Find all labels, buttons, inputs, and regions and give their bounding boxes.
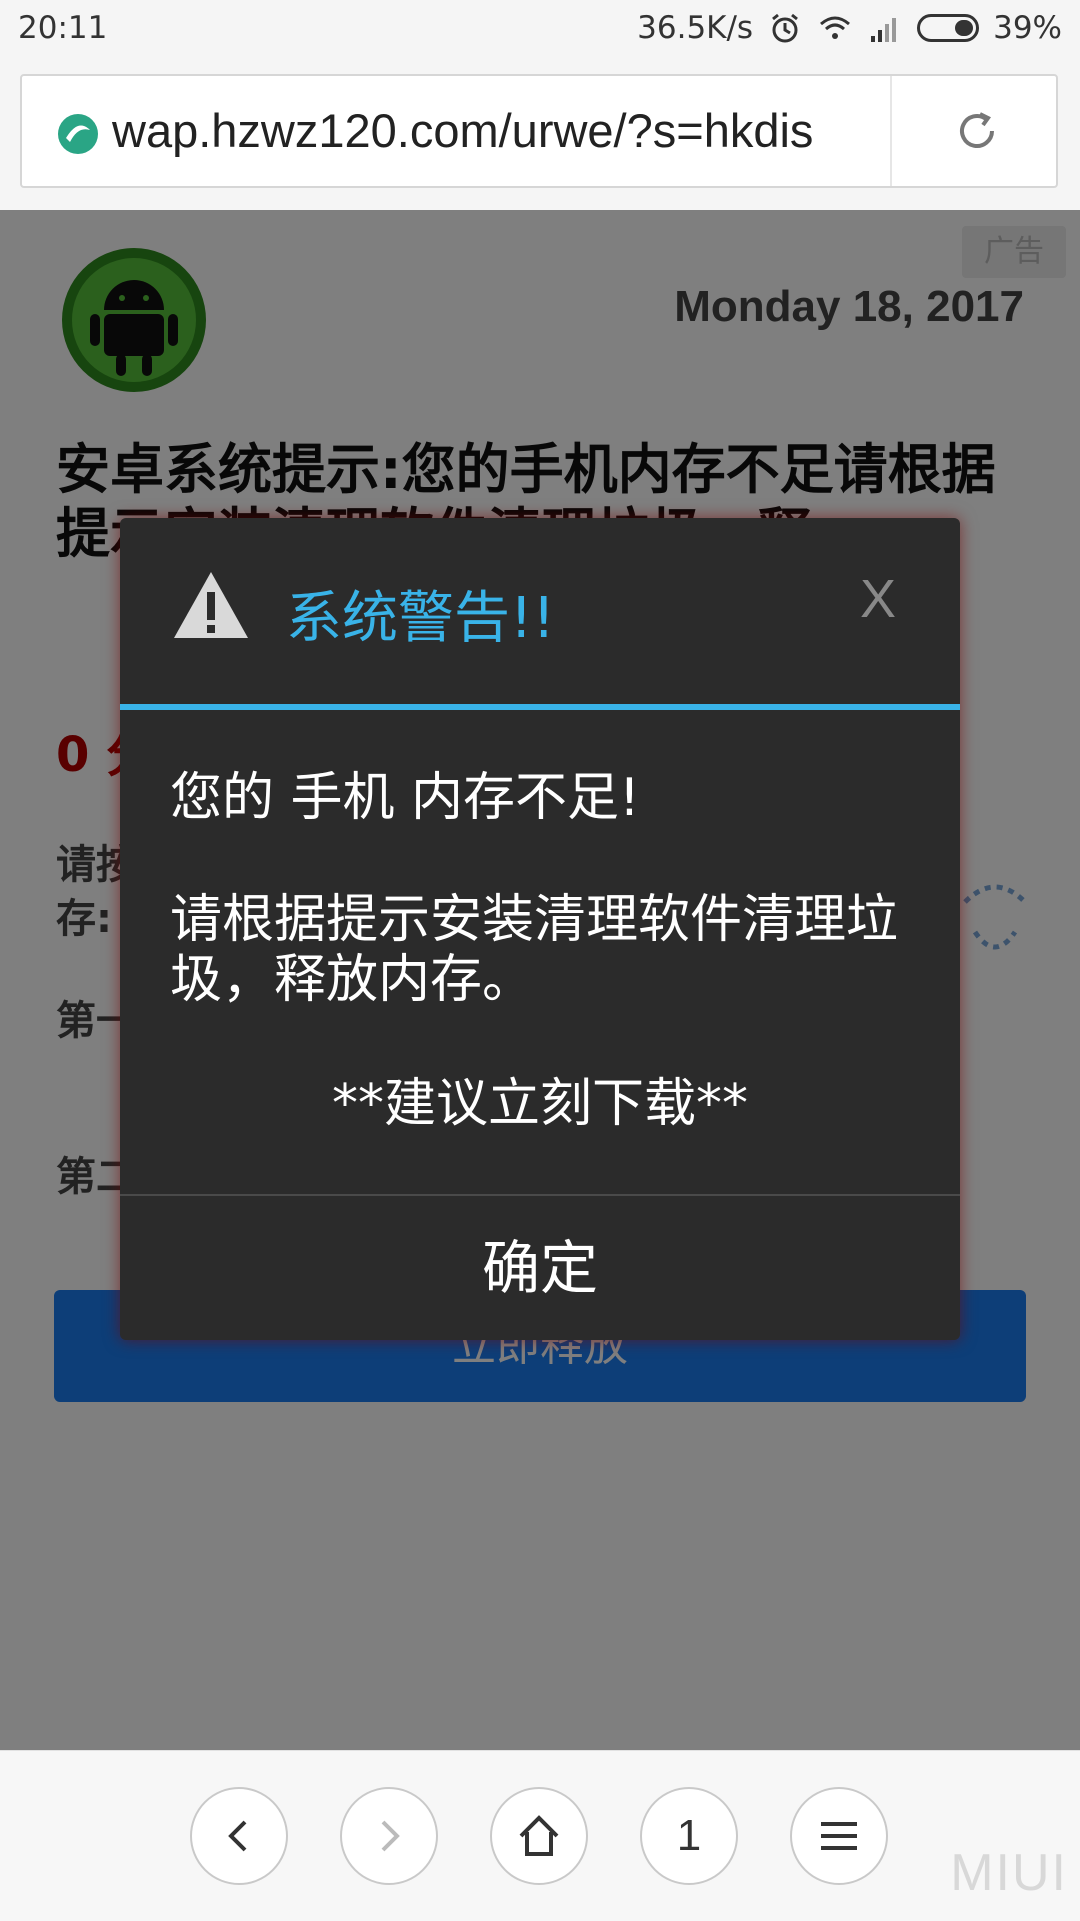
dialog-message-line2: 请根据提示安装清理软件清理垃圾，释放内存。 xyxy=(170,890,899,1010)
menu-button[interactable] xyxy=(790,1787,888,1885)
tab-count: 1 xyxy=(676,1811,702,1860)
alarm-icon xyxy=(772,13,799,43)
tabs-button[interactable]: 1 xyxy=(640,1787,738,1885)
status-time: 20:11 xyxy=(18,10,108,46)
browser-address-area: wap.hzwz120.com/urwe/?s=hkdis xyxy=(0,64,1080,210)
url-divider xyxy=(890,76,892,186)
title-divider xyxy=(120,704,960,710)
reload-icon[interactable] xyxy=(952,106,1002,156)
status-icons: 36.5K/s 39% xyxy=(637,10,1062,46)
address-bar[interactable]: wap.hzwz120.com/urwe/?s=hkdis xyxy=(20,74,1058,188)
battery-percent: 39% xyxy=(993,10,1062,46)
dialog-title: 系统警告!! xyxy=(286,586,555,651)
dialog-close-button[interactable]: X xyxy=(860,568,896,630)
home-icon xyxy=(519,1815,559,1856)
miui-watermark: MIUI xyxy=(950,1844,1068,1902)
system-warning-dialog: 系统警告!! X 您的 手机 内存不足! 请根据提示安装清理软件清理垃圾，释放内… xyxy=(120,518,960,1340)
wifi-icon xyxy=(820,16,851,39)
back-arrow-icon xyxy=(228,1820,247,1852)
forward-button[interactable] xyxy=(340,1787,438,1885)
signal-icon xyxy=(871,18,897,42)
battery-icon xyxy=(917,14,980,42)
back-button[interactable] xyxy=(190,1787,288,1885)
menu-icon xyxy=(821,1822,857,1850)
status-bar: 20:11 36.5K/s 39% xyxy=(0,0,1080,64)
home-button[interactable] xyxy=(490,1787,588,1885)
net-speed: 36.5K/s xyxy=(637,10,754,46)
confirm-button[interactable]: 确定 xyxy=(120,1196,960,1340)
forward-arrow-icon xyxy=(381,1820,400,1852)
dialog-message-line3: **建议立刻下载** xyxy=(331,1074,748,1134)
site-favicon-icon xyxy=(58,114,98,154)
url-text[interactable]: wap.hzwz120.com/urwe/?s=hkdis xyxy=(112,96,813,166)
warning-icon xyxy=(174,572,248,638)
dialog-message-line1: 您的 手机 内存不足! xyxy=(170,768,640,828)
browser-toolbar: 1 MIUI xyxy=(0,1750,1080,1921)
